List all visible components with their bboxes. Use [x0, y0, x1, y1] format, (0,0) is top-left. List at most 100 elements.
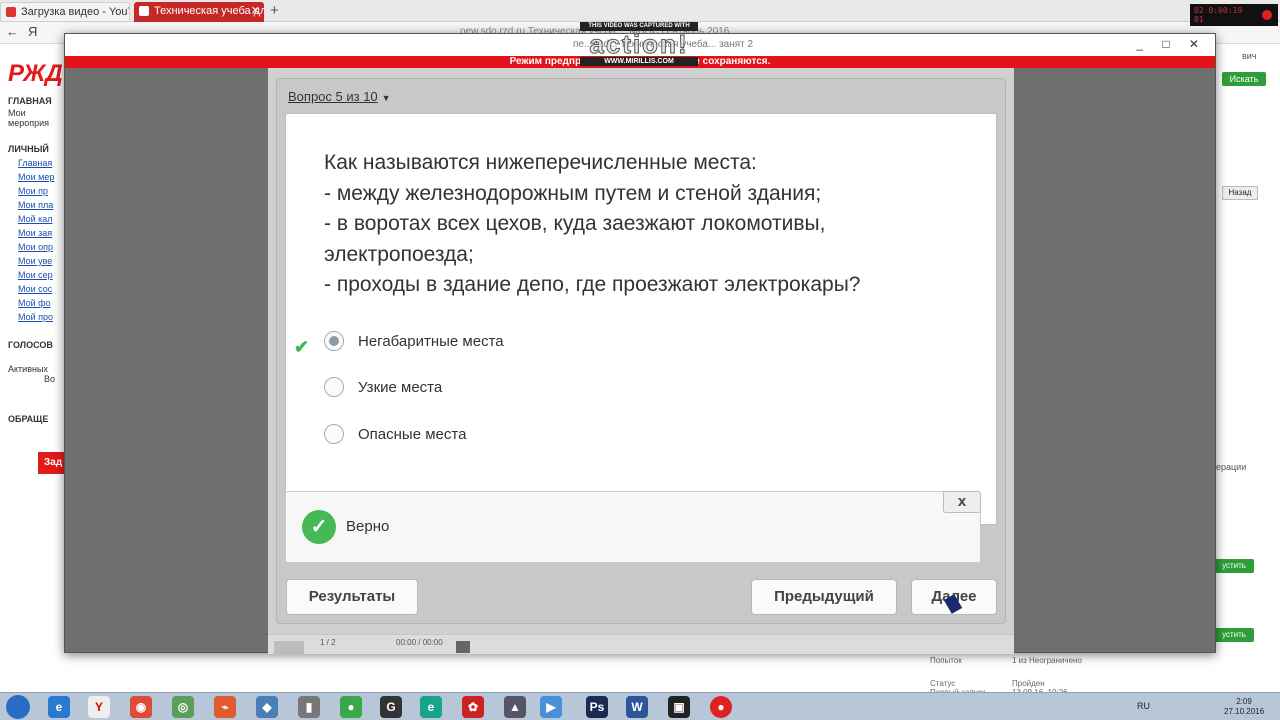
feedback-text: Верно	[346, 518, 390, 535]
app-icon[interactable]: G	[380, 696, 402, 718]
sidebar-item[interactable]: Мои мер	[18, 172, 66, 182]
sidebar-item[interactable]: Мои сос	[18, 284, 66, 294]
caret-down-icon: ▼	[381, 93, 391, 103]
user-name: вич	[1242, 51, 1257, 61]
record-app-icon[interactable]: ●	[710, 696, 732, 718]
quiz-panel: Вопрос 5 из 10 ▼ Как называются нижепереч…	[276, 78, 1006, 624]
windows-taskbar: e Y ◉ ◎ ⌁ ◆ ▮ ● G e ✿ ▲ ▶ Ps W ▣ ● RU 2:…	[0, 692, 1280, 720]
app-icon[interactable]: ▣	[668, 696, 690, 718]
record-icon	[1262, 10, 1272, 20]
sidebar-item[interactable]: Мой фо	[18, 298, 66, 308]
recorder-overlay: 02 0:00:19 01	[1190, 4, 1278, 26]
sidebar-personal-heading: ЛИЧНЫЙ	[8, 144, 49, 154]
play-icon[interactable]	[274, 641, 304, 655]
answer-label: Негабаритные места	[358, 333, 504, 350]
app-icon[interactable]: ●	[340, 696, 362, 718]
answer-label: Опасные места	[358, 426, 467, 443]
tab-youtube[interactable]: Загрузка видео - YouTube	[0, 2, 130, 22]
correct-check-circle-icon: ✓	[302, 510, 336, 544]
answer-option[interactable]: Негабаритные места	[324, 330, 624, 354]
background-sidebar: ГЛАВНАЯ Мои мероприя ЛИЧНЫЙ Главная Мои …	[8, 94, 66, 426]
youtube-favicon-icon	[6, 7, 16, 17]
quiz-stage: Вопрос 5 из 10 ▼ Как называются нижепереч…	[268, 68, 1014, 654]
sidebar-item[interactable]: Мои пла	[18, 200, 66, 210]
yandex-browser-icon[interactable]: Y	[88, 696, 110, 718]
sidebar-main[interactable]: ГЛАВНАЯ	[8, 96, 66, 106]
sidebar-item[interactable]: Мои опр	[18, 242, 66, 252]
sidebar-item[interactable]: Мой кал	[18, 214, 66, 224]
question-line: - в воротах всех цехов, куда заезжают ло…	[324, 212, 826, 235]
course-player-window: пе... rzd... Техническая учеба... занят …	[64, 33, 1216, 655]
run-button[interactable]: устить	[1214, 628, 1254, 642]
radio-selected[interactable]	[324, 331, 344, 351]
sidebar-item[interactable]: Мои пр	[18, 186, 66, 196]
window-controls[interactable]: _ □ ✕	[1136, 37, 1207, 51]
capture-watermark: THIS VIDEO WAS CAPTURED WITH action! WWW…	[580, 22, 698, 66]
sidebar-voting-heading: ГОЛОСОВ	[8, 340, 53, 350]
sidebar-appeals-heading: ОБРАЩЕ	[8, 414, 49, 424]
tab-label: Загрузка видео - YouTube	[21, 6, 129, 18]
attempts-value: 1 из Неограничено	[1012, 656, 1082, 665]
sidebar-item[interactable]: Главная	[18, 158, 66, 168]
app-icon[interactable]: ◆	[256, 696, 278, 718]
app-icon[interactable]: ⌁	[214, 696, 236, 718]
tab-technical-training[interactable]: Техническая учеба для л ✕	[134, 2, 264, 22]
fullscreen-icon[interactable]	[456, 641, 470, 653]
results-button[interactable]: Результаты	[286, 579, 418, 615]
sidebar-item[interactable]: Мои зая	[18, 228, 66, 238]
photoshop-icon[interactable]: Ps	[586, 696, 608, 718]
answer-option[interactable]: Опасные места	[324, 423, 624, 447]
sidebar-item[interactable]: Мой про	[18, 312, 66, 322]
sidebar-item[interactable]: Мои уве	[18, 256, 66, 266]
time-counter: 00:00 / 00:00	[396, 638, 443, 647]
app-icon[interactable]: e	[420, 696, 442, 718]
chrome-icon[interactable]: ◉	[130, 696, 152, 718]
sidebar-my-events[interactable]: Мои мероприя	[8, 108, 66, 128]
feedback-close-button[interactable]: x	[943, 491, 981, 513]
sidebar-vo-button[interactable]: Во	[44, 374, 66, 384]
appeal-button[interactable]: Зад	[38, 452, 64, 474]
status-label: Статус	[930, 679, 956, 688]
answer-option[interactable]: Узкие места	[324, 376, 624, 400]
new-tab-button[interactable]: +	[270, 2, 279, 19]
app-icon[interactable]: ✿	[462, 696, 484, 718]
browser-tabstrip: Загрузка видео - YouTube Техническая уче…	[0, 0, 1280, 22]
rzd-favicon-icon	[139, 6, 149, 16]
sidebar-active: Активных	[8, 364, 48, 374]
sidebar-item[interactable]: Мои сер	[18, 270, 66, 280]
slide-counter: 1 / 2	[320, 638, 336, 647]
ie-icon[interactable]: e	[48, 696, 70, 718]
attempts-label: Попыток	[930, 656, 962, 665]
globe-icon[interactable]: ◎	[172, 696, 194, 718]
operation-text: ерации	[1216, 462, 1247, 472]
yandex-icon[interactable]: Я	[28, 24, 37, 39]
question-line: Как называются нижеперечисленные места:	[324, 151, 757, 174]
correct-check-icon: ✔	[294, 337, 310, 357]
tab-close-icon[interactable]: ✕	[251, 2, 260, 20]
clock-time: 2:09	[1236, 697, 1252, 706]
question-text: Как называются нижеперечисленные места: …	[324, 148, 964, 301]
player-bar: 1 / 2 00:00 / 00:00	[268, 634, 1014, 655]
rzd-logo: РЖД	[8, 60, 63, 87]
app-icon[interactable]: ▲	[504, 696, 526, 718]
player-app-icon[interactable]: ▶	[540, 696, 562, 718]
system-clock[interactable]: 2:09 27.10.2016	[1224, 697, 1264, 717]
watermark-brand: action!	[589, 29, 689, 59]
question-line: - между железнодорожным путем и стеной з…	[324, 181, 822, 205]
radio-unselected[interactable]	[324, 424, 344, 444]
question-line: - проходы в здание депо, где проезжают э…	[324, 273, 861, 296]
radio-unselected[interactable]	[324, 377, 344, 397]
run-button[interactable]: устить	[1214, 559, 1254, 573]
status-value: Пройден	[1012, 679, 1045, 688]
word-icon[interactable]: W	[626, 696, 648, 718]
start-button-icon[interactable]	[6, 695, 30, 719]
question-selector[interactable]: Вопрос 5 из 10 ▼	[288, 89, 391, 104]
back-arrow-icon[interactable]: ←	[6, 24, 19, 39]
previous-button[interactable]: Предыдущий	[751, 579, 897, 615]
back-button[interactable]: Назад	[1222, 186, 1258, 200]
clock-date: 27.10.2016	[1224, 707, 1265, 716]
tab-label: Техническая учеба для л	[154, 5, 264, 17]
language-indicator[interactable]: RU	[1137, 701, 1150, 711]
app-icon[interactable]: ▮	[298, 696, 320, 718]
search-button[interactable]: Искать	[1222, 72, 1266, 86]
